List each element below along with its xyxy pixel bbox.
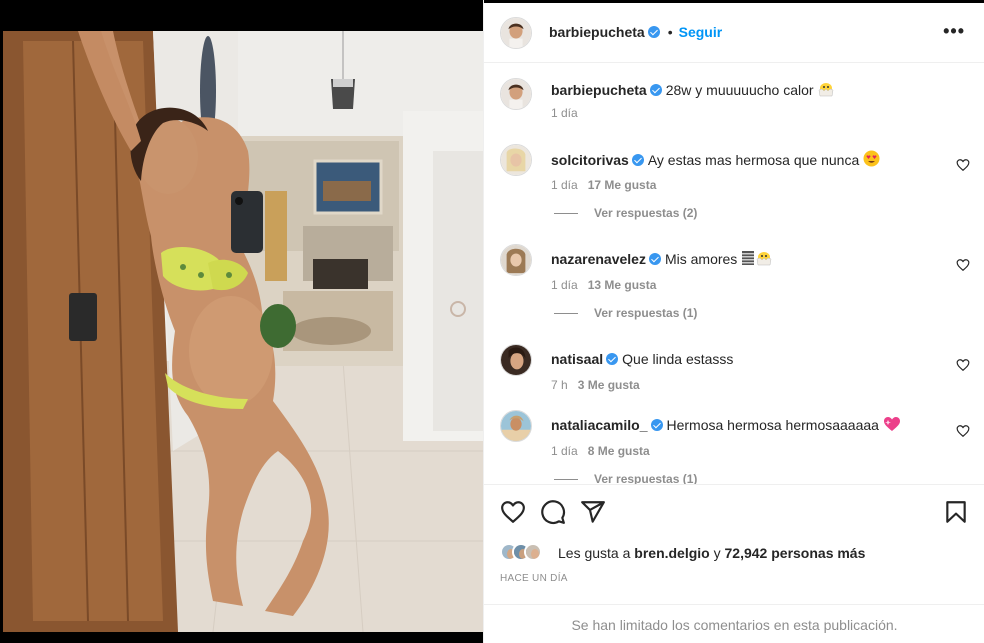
avatar-image — [501, 245, 531, 275]
view-replies-label: Ver respuestas (1) — [594, 472, 698, 484]
caption-username[interactable]: barbiepucheta — [551, 82, 647, 98]
post-actions: Les gusta a bren.delgio y 72,942 persona… — [484, 484, 984, 604]
author-avatar[interactable] — [500, 17, 532, 49]
comment-item: nataliacamilo_ Hermosa hermosa hermosaaaa… — [500, 410, 970, 460]
caption-time: 1 día — [551, 106, 578, 120]
verified-badge-icon — [650, 419, 663, 431]
view-replies-button[interactable]: Ver respuestas (1) — [554, 306, 697, 320]
verified-badge-icon — [648, 253, 661, 265]
comment-likes[interactable]: 13 Me gusta — [588, 278, 657, 292]
comment-username[interactable]: natisaal — [551, 351, 603, 367]
woman-emoji-icon — [741, 250, 755, 270]
likes-count[interactable]: 72,942 personas más — [725, 545, 866, 561]
view-replies-label: Ver respuestas (2) — [594, 206, 698, 220]
comment-text: Que linda estasss — [622, 351, 734, 367]
comment-time: 1 día — [551, 278, 578, 292]
comment-item: natisaal Que linda estasss 7 h 3 Me gusta — [500, 344, 970, 394]
post-timestamp[interactable]: HACE UN DÍA — [500, 573, 568, 584]
comment-item: solcitorivas Ay estas mas hermosa que nun… — [500, 144, 970, 194]
like-heart-icon[interactable] — [500, 499, 526, 525]
commenter-avatar[interactable] — [500, 244, 532, 276]
comment-time: 1 día — [551, 178, 578, 192]
follow-button[interactable]: Seguir — [679, 24, 723, 40]
photo-illustration — [3, 31, 483, 632]
comments-limited-text: Se han limitado los comentarios en esta … — [571, 617, 898, 633]
comments-limited-notice: Se han limitado los comentarios en esta … — [484, 604, 984, 643]
post-media — [0, 0, 483, 643]
comment-likes[interactable]: 3 Me gusta — [578, 378, 640, 392]
likes-prefix: Les gusta a — [558, 545, 631, 561]
liker-username[interactable]: bren.delgio — [634, 545, 709, 561]
hatching-chick-emoji-icon — [817, 81, 835, 101]
sparkling-heart-emoji-icon — [883, 416, 901, 436]
comment-text: Ay estas mas hermosa que nunca — [647, 152, 860, 168]
post-sidebar: barbiepucheta • Seguir ••• barbiepucheta 28… — [483, 0, 984, 643]
comment-like-heart-icon[interactable] — [956, 258, 970, 272]
commenter-avatar[interactable] — [500, 410, 532, 442]
replies-line — [554, 313, 578, 315]
comment-bubble-icon[interactable] — [540, 499, 566, 525]
verified-badge-icon — [649, 84, 662, 96]
post-header: barbiepucheta • Seguir ••• — [484, 3, 984, 63]
heart-eyes-emoji-icon — [863, 150, 880, 171]
post-photo[interactable] — [3, 31, 483, 632]
comment-time: 1 día — [551, 444, 578, 458]
save-bookmark-icon[interactable] — [943, 499, 969, 525]
caption-avatar[interactable] — [500, 78, 532, 110]
caption: barbiepucheta 28w y muuuuucho calor 1 día — [500, 78, 970, 128]
more-options-icon[interactable]: ••• — [943, 21, 965, 42]
author-username[interactable]: barbiepucheta — [549, 24, 645, 40]
comment-item: nazarenavelez Mis amores 1 día 13 Me gusta — [500, 244, 970, 294]
separator-dot: • — [667, 24, 673, 40]
avatar-image — [501, 18, 531, 48]
replies-line — [554, 213, 578, 215]
comment-username[interactable]: solcitorivas — [551, 152, 629, 168]
liker-avatar — [524, 543, 542, 561]
comments-list[interactable]: barbiepucheta 28w y muuuuucho calor 1 día… — [484, 64, 984, 484]
verified-badge-icon — [631, 154, 644, 166]
comment-likes[interactable]: 8 Me gusta — [588, 444, 650, 458]
hatching-chick-emoji-icon — [755, 250, 773, 270]
comment-username[interactable]: nazarenavelez — [551, 251, 646, 267]
view-replies-label: Ver respuestas (1) — [594, 306, 698, 320]
comment-likes[interactable]: 17 Me gusta — [588, 178, 657, 192]
comment-like-heart-icon[interactable] — [956, 358, 970, 372]
comment-like-heart-icon[interactable] — [956, 158, 970, 172]
avatar-image — [501, 79, 531, 109]
comment-like-heart-icon[interactable] — [956, 424, 970, 438]
likes-joiner: y — [713, 545, 721, 561]
verified-badge-icon — [647, 26, 660, 38]
comment-text: Mis amores — [664, 251, 738, 267]
comment-username[interactable]: nataliacamilo_ — [551, 417, 648, 433]
verified-badge-icon — [606, 353, 619, 365]
avatar-image — [501, 345, 531, 375]
avatar-image — [501, 145, 531, 175]
commenter-avatar[interactable] — [500, 344, 532, 376]
caption-text: 28w y muuuuucho calor — [665, 82, 814, 98]
share-paper-plane-icon[interactable] — [580, 499, 606, 525]
comment-time: 7 h — [551, 378, 568, 392]
comment-text: Hermosa hermosa hermosaaaaaa — [666, 417, 879, 433]
view-replies-button[interactable]: Ver respuestas (2) — [554, 206, 697, 220]
commenter-avatar[interactable] — [500, 144, 532, 176]
replies-line — [554, 479, 578, 481]
avatar-image — [501, 411, 531, 441]
view-replies-button[interactable]: Ver respuestas (1) — [554, 472, 697, 484]
